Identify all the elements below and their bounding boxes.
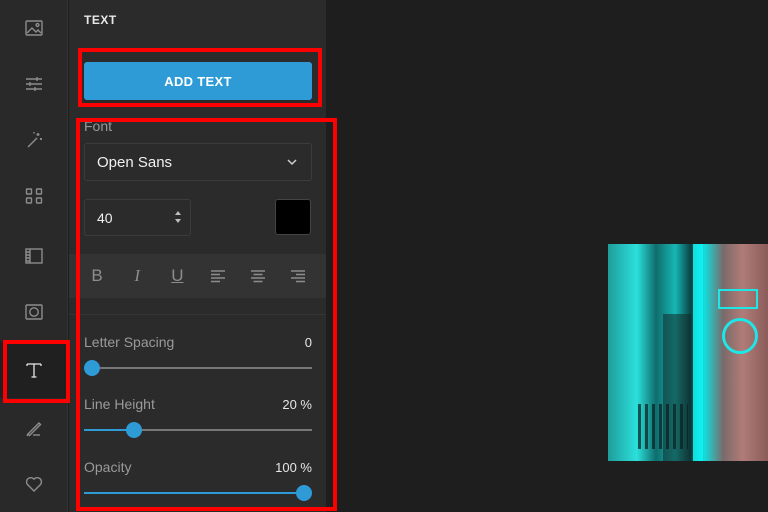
rail-item-draw[interactable]	[0, 400, 68, 456]
heart-icon	[25, 476, 43, 492]
photo-detail	[693, 244, 703, 461]
photo-detail	[718, 289, 758, 309]
sliders-icon	[26, 77, 42, 91]
rail-item-frames[interactable]	[0, 228, 68, 284]
rail-item-favorites[interactable]	[0, 456, 68, 512]
highlight-add-text	[78, 48, 322, 107]
rail-item-vignette[interactable]	[0, 284, 68, 340]
panel-title: TEXT	[84, 13, 117, 27]
rail-item-image[interactable]	[0, 0, 68, 56]
brush-icon	[26, 422, 42, 437]
canvas-photo[interactable]	[608, 244, 768, 461]
photo-detail	[638, 404, 688, 449]
rail-item-adjust[interactable]	[0, 56, 68, 112]
frame-icon	[25, 248, 43, 264]
magic-wand-icon	[27, 132, 42, 148]
highlight-text-settings	[76, 118, 337, 511]
photo-detail	[722, 318, 758, 354]
rail-item-effects[interactable]	[0, 112, 68, 168]
rail-item-layouts[interactable]	[0, 168, 68, 224]
highlight-text-tool	[3, 340, 70, 403]
vignette-icon	[25, 304, 43, 320]
tool-rail	[0, 0, 68, 512]
grid-icon	[25, 188, 43, 204]
image-icon	[25, 20, 43, 36]
